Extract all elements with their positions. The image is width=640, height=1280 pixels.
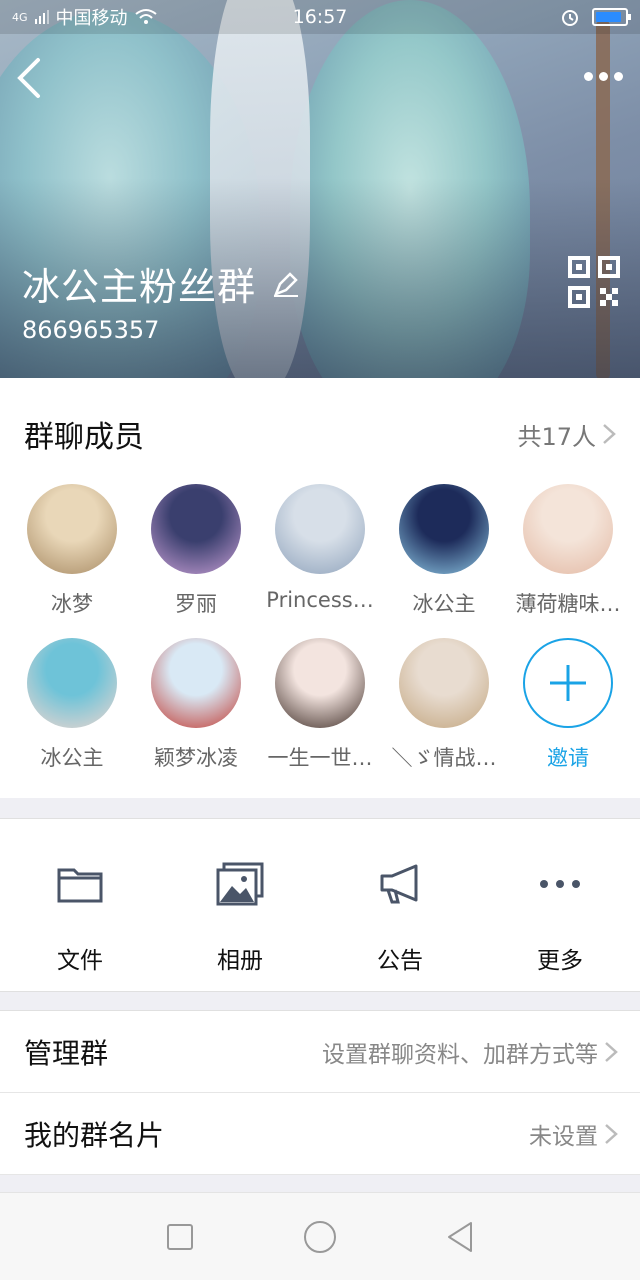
member-item[interactable]: 冰公主 — [382, 484, 506, 638]
member-name: 罗丽 — [175, 592, 217, 616]
more-options-button[interactable] — [580, 64, 626, 88]
manage-group-row[interactable]: 管理群 设置群聊资料、加群方式等 — [0, 1011, 640, 1093]
photo-album-icon — [216, 862, 264, 906]
network-label: 4G — [12, 10, 28, 24]
manage-group-value: 设置群聊资料、加群方式等 — [322, 1041, 598, 1068]
group-name-row[interactable]: 冰公主粉丝群 — [22, 256, 300, 311]
members-section: 群聊成员 共17人 冰梦 罗丽 Princess… 冰公主 薄荷糖味… 冰公主 … — [0, 378, 640, 798]
member-avatar — [523, 484, 613, 574]
album-button[interactable]: 相册 — [160, 819, 320, 991]
carrier-label: 中国移动 — [55, 8, 128, 29]
more-label: 更多 — [537, 948, 583, 974]
member-item[interactable]: 罗丽 — [134, 484, 258, 638]
member-name: 冰梦 — [51, 592, 93, 616]
announcement-button[interactable]: 公告 — [320, 819, 480, 991]
member-avatar — [275, 638, 365, 728]
status-time: 16:57 — [292, 6, 348, 28]
group-id: 866965357 — [22, 316, 160, 344]
qr-code-button[interactable] — [568, 256, 620, 308]
member-name: ＼ゞ情战… — [391, 746, 497, 770]
invite-button[interactable]: 邀请 — [506, 638, 630, 792]
square-icon — [167, 1223, 193, 1250]
my-card-title: 我的群名片 — [24, 1118, 165, 1152]
members-count-link[interactable]: 共17人 — [517, 417, 616, 452]
member-item[interactable]: Princess… — [258, 484, 382, 638]
member-avatar — [151, 638, 241, 728]
member-avatar — [151, 484, 241, 574]
qr-code-icon — [568, 256, 620, 308]
member-name: 一生一世… — [267, 746, 373, 770]
system-nav-bar — [0, 1192, 640, 1280]
member-name: 冰公主 — [412, 592, 476, 616]
triangle-back-icon — [448, 1221, 472, 1252]
group-header-banner: 4G 中国移动 16:57 冰公主粉丝群 866965357 — [0, 0, 640, 378]
plus-icon — [550, 665, 586, 701]
members-count: 共17人 — [517, 422, 596, 451]
file-label: 文件 — [57, 948, 103, 974]
group-functions: 文件 相册 公告 更多 — [0, 818, 640, 992]
recent-apps-button[interactable] — [160, 1217, 200, 1257]
megaphone-icon — [380, 864, 418, 904]
member-name: 薄荷糖味… — [515, 592, 621, 616]
wifi-icon — [134, 9, 157, 24]
member-name: 冰公主 — [40, 746, 104, 770]
member-item[interactable]: 冰梦 — [10, 484, 134, 638]
member-item[interactable]: 薄荷糖味… — [506, 484, 630, 638]
member-item[interactable]: 颖梦冰凌 — [134, 638, 258, 792]
folder-icon — [57, 868, 103, 903]
member-name: Princess… — [266, 588, 374, 612]
member-name: 颖梦冰凌 — [154, 746, 238, 770]
invite-label: 邀请 — [547, 746, 589, 770]
member-avatar — [399, 638, 489, 728]
back-button[interactable] — [12, 56, 52, 100]
pencil-icon[interactable] — [272, 270, 300, 298]
invite-circle — [523, 638, 613, 728]
member-item[interactable]: 冰公主 — [10, 638, 134, 792]
battery-icon — [592, 8, 631, 26]
chevron-right-icon — [605, 1041, 618, 1062]
member-avatar — [27, 638, 117, 728]
more-functions-button[interactable]: 更多 — [480, 819, 640, 991]
chevron-right-icon — [605, 1123, 618, 1144]
member-avatar — [27, 484, 117, 574]
member-avatar — [399, 484, 489, 574]
members-title: 群聊成员 — [24, 420, 144, 455]
chevron-left-icon — [17, 58, 40, 98]
status-bar: 4G 中国移动 16:57 — [0, 0, 640, 34]
group-name: 冰公主粉丝群 — [22, 265, 257, 309]
circle-icon — [304, 1220, 336, 1253]
settings-list: 管理群 设置群聊资料、加群方式等 我的群名片 未设置 — [0, 1010, 640, 1175]
announcement-label: 公告 — [377, 948, 423, 974]
member-avatar — [275, 484, 365, 574]
album-label: 相册 — [217, 948, 263, 974]
chevron-right-icon — [603, 424, 616, 444]
member-item[interactable]: 一生一世… — [258, 638, 382, 792]
file-button[interactable]: 文件 — [0, 819, 160, 991]
home-button[interactable] — [300, 1217, 340, 1257]
more-dots-icon — [540, 880, 580, 888]
alarm-icon — [562, 10, 578, 26]
manage-group-title: 管理群 — [24, 1036, 109, 1070]
my-card-value: 未设置 — [529, 1123, 598, 1150]
system-back-button[interactable] — [440, 1217, 480, 1257]
member-item[interactable]: ＼ゞ情战… — [382, 638, 506, 792]
my-card-row[interactable]: 我的群名片 未设置 — [0, 1093, 640, 1175]
signal-icon — [34, 10, 49, 24]
